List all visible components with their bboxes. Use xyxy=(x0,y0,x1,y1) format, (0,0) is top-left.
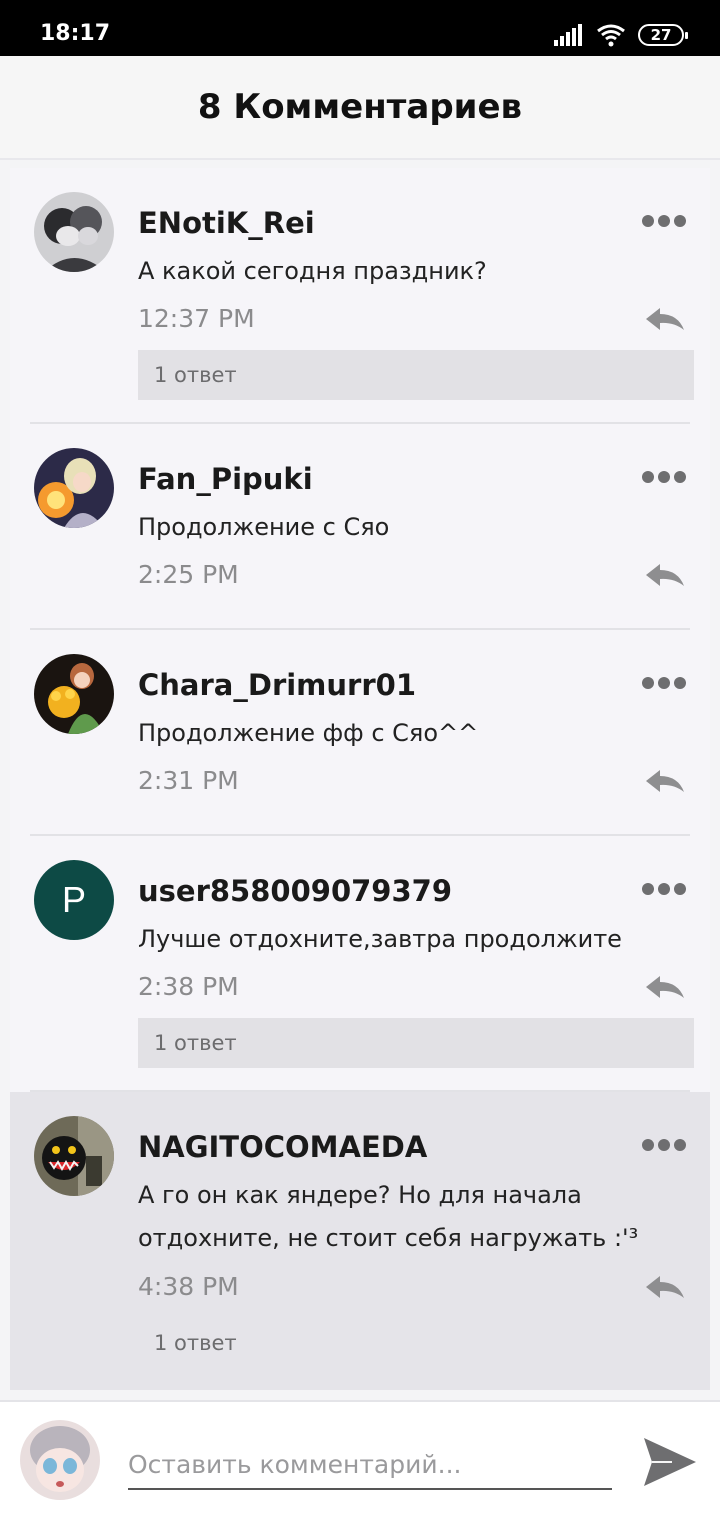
anime-girls-avatar-icon xyxy=(34,192,114,272)
send-icon[interactable] xyxy=(642,1434,698,1490)
comment-item[interactable]: NAGITOCOMAEDA А го он как яндере? Но для… xyxy=(10,1092,710,1390)
status-bar: 18:17 27 xyxy=(0,0,720,56)
comment-username[interactable]: Fan_Pipuki xyxy=(138,462,313,496)
comment-item[interactable]: P user858009079379 Лучше отдохните,завтр… xyxy=(10,836,710,1090)
glowing-character-avatar-icon xyxy=(34,448,114,528)
comment-username[interactable]: Chara_Drimurr01 xyxy=(138,668,416,702)
reply-icon[interactable] xyxy=(644,562,686,590)
cellular-signal-icon xyxy=(554,24,582,46)
avatar-letter: P xyxy=(62,879,86,920)
more-options-icon[interactable] xyxy=(642,470,686,484)
comment-item[interactable]: ENotiK_Rei А какой сегодня праздник? 12:… xyxy=(10,168,710,422)
chara-flowers-avatar-icon xyxy=(34,654,114,734)
avatar[interactable] xyxy=(34,192,114,272)
comment-timestamp: 4:38 PM xyxy=(138,1272,239,1301)
current-user-avatar[interactable] xyxy=(20,1420,100,1500)
comment-composer xyxy=(0,1400,720,1520)
comment-list[interactable]: ENotiK_Rei А какой сегодня праздник? 12:… xyxy=(10,168,710,1390)
comment-timestamp: 12:37 PM xyxy=(138,304,255,333)
comment-username[interactable]: NAGITOCOMAEDA xyxy=(138,1130,427,1164)
avatar[interactable] xyxy=(34,1116,114,1196)
comment-text: А го он как яндере? Но для начала отдохн… xyxy=(138,1181,639,1252)
comment-text: А какой сегодня праздник? xyxy=(138,257,487,285)
comment-item[interactable]: Fan_Pipuki Продолжение с Сяо 2:25 PM xyxy=(10,424,710,628)
replies-button[interactable]: 1 ответ xyxy=(138,1018,694,1068)
more-options-icon[interactable] xyxy=(642,214,686,228)
reply-icon[interactable] xyxy=(644,306,686,334)
reply-icon[interactable] xyxy=(644,1274,686,1302)
wifi-icon xyxy=(597,24,625,47)
battery-indicator: 27 xyxy=(638,24,688,46)
page-title: 8 Комментариев xyxy=(197,87,523,127)
comment-username[interactable]: user858009079379 xyxy=(138,874,452,908)
comment-username[interactable]: ENotiK_Rei xyxy=(138,206,315,240)
letter-avatar-icon: P xyxy=(34,860,114,940)
status-icons: 27 xyxy=(554,22,688,48)
reply-icon[interactable] xyxy=(644,974,686,1002)
more-options-icon[interactable] xyxy=(642,676,686,690)
avatar[interactable] xyxy=(34,448,114,528)
comment-timestamp: 2:25 PM xyxy=(138,560,239,589)
more-options-icon[interactable] xyxy=(642,1138,686,1152)
current-user-avatar-icon xyxy=(20,1420,100,1500)
comment-item[interactable]: Chara_Drimurr01 Продолжение фф с Сяо^^ 2… xyxy=(10,630,710,834)
status-time: 18:17 xyxy=(40,21,111,46)
avatar[interactable]: P xyxy=(34,860,114,940)
comment-text: Продолжение с Сяо xyxy=(138,513,390,541)
comment-input[interactable] xyxy=(128,1440,612,1490)
comment-text: Продолжение фф с Сяо^^ xyxy=(138,719,479,747)
replies-button[interactable]: 1 ответ xyxy=(138,1318,694,1368)
comment-text: Лучше отдохните,завтра продолжите xyxy=(138,925,622,953)
comments-header: 8 Комментариев xyxy=(0,56,720,160)
avatar[interactable] xyxy=(34,654,114,734)
reply-icon[interactable] xyxy=(644,768,686,796)
comment-timestamp: 2:38 PM xyxy=(138,972,239,1001)
replies-button[interactable]: 1 ответ xyxy=(138,350,694,400)
monster-smile-avatar-icon xyxy=(34,1116,114,1196)
more-options-icon[interactable] xyxy=(642,882,686,896)
comment-timestamp: 2:31 PM xyxy=(138,766,239,795)
